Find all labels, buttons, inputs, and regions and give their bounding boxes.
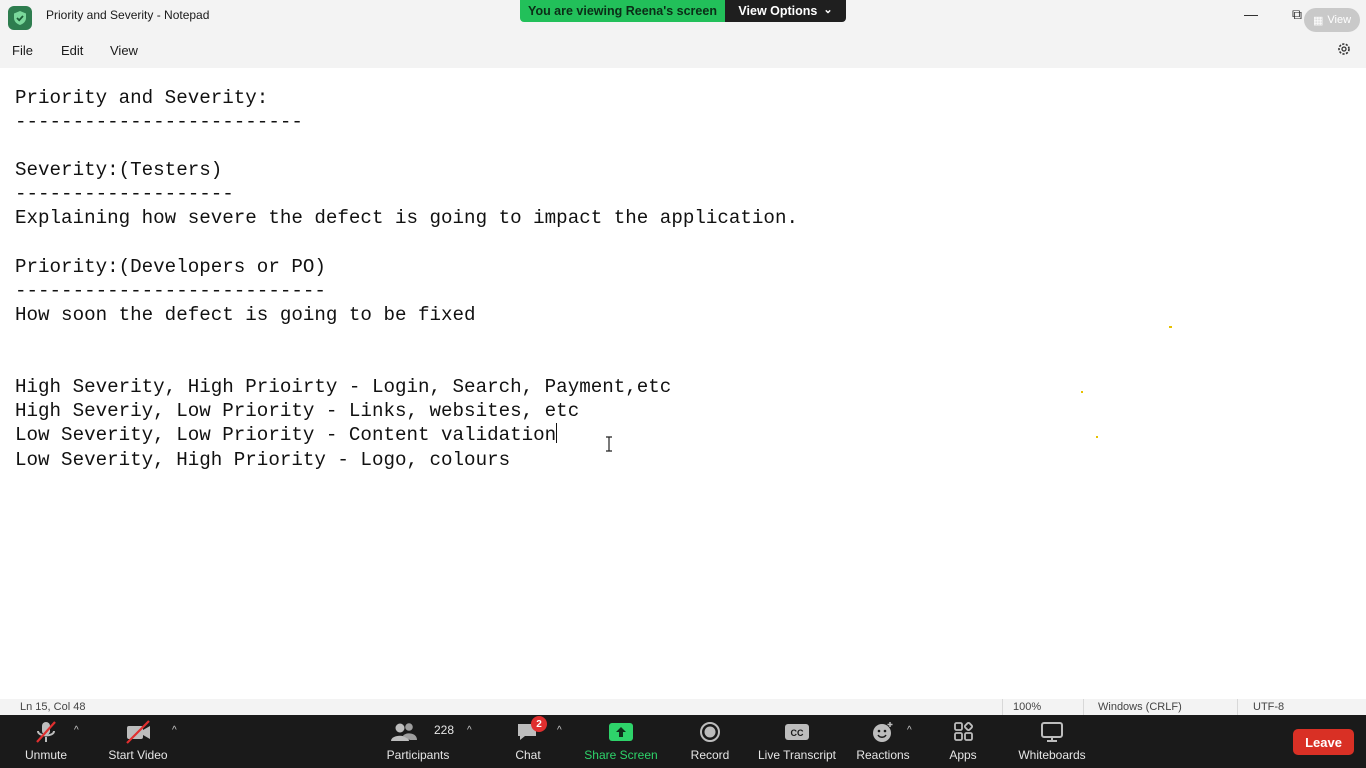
start-video-button[interactable]: Start Video <box>104 715 172 768</box>
participants-icon <box>389 720 419 744</box>
closed-captions-icon: CC <box>782 720 812 744</box>
minimize-button[interactable]: — <box>1228 0 1274 28</box>
leave-button[interactable]: Leave <box>1293 729 1354 755</box>
annotation-speck <box>1169 326 1172 328</box>
viewing-screen-label: You are viewing Reena's screen <box>520 0 725 22</box>
text-editor[interactable]: Priority and Severity: -----------------… <box>0 70 1366 688</box>
chat-label: Chat <box>515 748 541 762</box>
whiteboard-icon <box>1037 720 1067 744</box>
chat-unread-badge: 2 <box>531 716 547 732</box>
apps-button[interactable]: Apps <box>944 715 982 768</box>
editor-line: Severity:(Testers) <box>15 159 223 181</box>
menu-view[interactable]: View <box>110 43 138 58</box>
editor-line: Priority:(Developers or PO) <box>15 256 326 278</box>
record-label: Record <box>690 748 730 762</box>
live-transcript-button[interactable]: CC Live Transcript <box>756 715 838 768</box>
screen-share-banner: You are viewing Reena's screen View Opti… <box>520 0 846 22</box>
window-title: Priority and Severity - Notepad <box>46 8 210 22</box>
text-caret <box>556 423 558 443</box>
apps-label: Apps <box>949 748 977 762</box>
annotation-speck <box>1096 436 1098 438</box>
video-off-icon <box>123 720 153 744</box>
view-button[interactable]: ▦ View <box>1304 8 1360 32</box>
editor-line: ------------------------- <box>15 111 303 133</box>
audio-options-caret-icon[interactable]: ^ <box>74 725 79 736</box>
whiteboards-button[interactable]: Whiteboards <box>1014 715 1090 768</box>
participants-options-caret-icon[interactable]: ^ <box>467 725 472 736</box>
chat-icon: 2 <box>513 716 547 744</box>
share-screen-button[interactable]: Share Screen <box>584 715 658 768</box>
status-divider <box>1002 699 1003 715</box>
menu-file[interactable]: File <box>12 43 33 58</box>
share-screen-icon <box>606 720 636 744</box>
reactions-label: Reactions <box>856 748 910 762</box>
editor-line-current: Low Severity, Low Priority - Content val… <box>15 423 558 447</box>
view-options-button[interactable]: View Options ⌄ <box>725 0 846 22</box>
video-options-caret-icon[interactable]: ^ <box>172 725 177 736</box>
menu-edit[interactable]: Edit <box>61 43 83 58</box>
annotation-speck <box>1081 391 1083 393</box>
status-bar: Ln 15, Col 48 100% Windows (CRLF) UTF-8 <box>0 699 1366 715</box>
editor-line: Priority and Severity: <box>15 87 269 109</box>
ibeam-cursor-icon <box>604 436 614 452</box>
status-divider <box>1083 699 1084 715</box>
record-icon <box>695 720 725 744</box>
participants-count: 228 <box>434 723 455 737</box>
line-ending: Windows (CRLF) <box>1098 701 1182 713</box>
unmute-label: Unmute <box>24 748 68 762</box>
editor-line-text: Low Severity, Low Priority - Content val… <box>15 424 557 446</box>
unmute-button[interactable]: Unmute <box>20 715 72 768</box>
smiley-icon <box>868 720 898 744</box>
whiteboards-label: Whiteboards <box>1018 748 1086 762</box>
zoom-level: 100% <box>1013 701 1042 713</box>
settings-gear-icon[interactable] <box>1336 41 1352 57</box>
meeting-controls: Unmute ^ Start Video ^ Participants 228 … <box>0 715 1366 768</box>
editor-line: --------------------------- <box>15 280 326 302</box>
chat-options-caret-icon[interactable]: ^ <box>557 725 562 736</box>
cursor-position: Ln 15, Col 48 <box>20 701 86 713</box>
reactions-button[interactable]: Reactions <box>854 715 912 768</box>
editor-line: High Severity, High Prioirty - Login, Se… <box>15 376 672 398</box>
record-button[interactable]: Record <box>688 715 732 768</box>
reactions-options-caret-icon[interactable]: ^ <box>907 725 912 736</box>
view-options-label: View Options <box>738 4 818 18</box>
editor-line: Explaining how severe the defect is goin… <box>15 207 798 229</box>
apps-icon <box>948 720 978 744</box>
chevron-down-icon: ⌄ <box>823 3 833 16</box>
editor-line: High Severiy, Low Priority - Links, webs… <box>15 400 580 422</box>
status-divider <box>1237 699 1238 715</box>
editor-line: ------------------- <box>15 183 234 205</box>
shield-icon <box>8 6 32 30</box>
share-screen-label: Share Screen <box>584 748 658 762</box>
live-transcript-label: Live Transcript <box>757 748 837 762</box>
editor-line: How soon the defect is going to be fixed <box>15 304 476 326</box>
participants-label: Participants <box>386 748 450 762</box>
start-video-label: Start Video <box>108 748 168 762</box>
chat-button[interactable]: 2 Chat <box>508 715 548 768</box>
view-label: View <box>1327 14 1352 26</box>
grid-icon: ▦ <box>1312 14 1324 27</box>
editor-line: Low Severity, High Priority - Logo, colo… <box>15 449 511 471</box>
svg-text:CC: CC <box>791 728 804 738</box>
microphone-muted-icon <box>31 720 61 744</box>
encoding: UTF-8 <box>1253 701 1285 713</box>
menu-bar: File Edit View <box>0 32 1366 68</box>
